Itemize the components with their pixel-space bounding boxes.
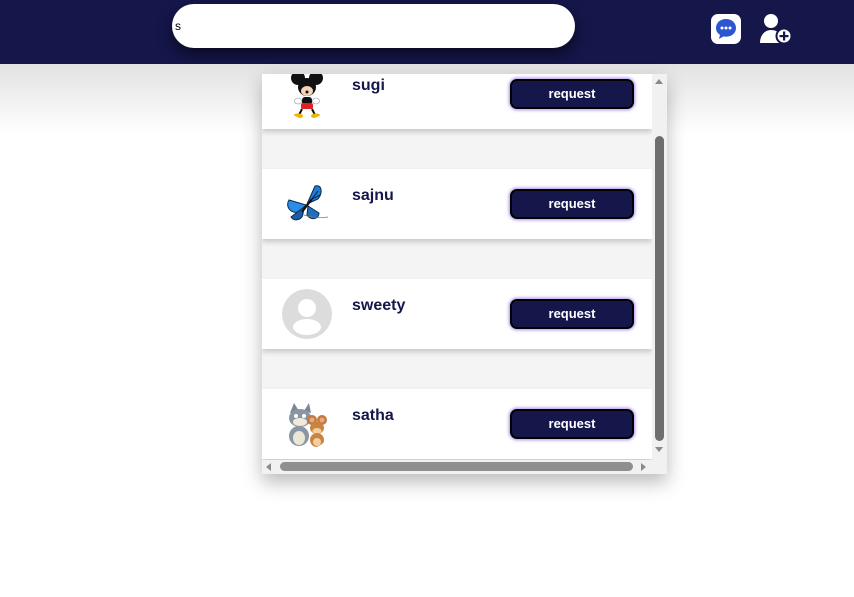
request-button[interactable]: request [510, 409, 634, 439]
vertical-scrollbar[interactable] [652, 74, 667, 460]
list-item: sugi request [262, 74, 652, 129]
user-name: satha [352, 407, 394, 424]
chat-button[interactable] [711, 14, 741, 44]
default-user-avatar [282, 289, 332, 339]
list-item: sajnu request [262, 169, 652, 239]
user-name: sajnu [352, 187, 394, 204]
vertical-scroll-thumb[interactable] [655, 136, 664, 441]
search-results-panel[interactable]: sugi request sajnu request sweety reques… [262, 74, 667, 474]
scroll-down-arrow-icon[interactable] [655, 447, 663, 452]
results-list: sugi request sajnu request sweety reques… [262, 74, 652, 460]
blue-butterfly-avatar [287, 185, 329, 221]
horizontal-scrollbar[interactable] [262, 460, 652, 474]
request-button[interactable]: request [510, 299, 634, 329]
top-navbar [0, 0, 854, 64]
chat-bubble-icon [716, 19, 736, 39]
user-avatar [282, 399, 332, 449]
scroll-left-arrow-icon[interactable] [266, 463, 271, 471]
scrollbar-corner [652, 460, 667, 474]
list-item: sweety request [262, 279, 652, 349]
request-button[interactable]: request [510, 189, 634, 219]
scroll-up-arrow-icon[interactable] [655, 79, 663, 84]
user-name: sugi [352, 77, 385, 94]
mickey-mouse-avatar [291, 74, 323, 119]
add-friend-button[interactable] [758, 12, 794, 46]
horizontal-scroll-thumb[interactable] [280, 462, 633, 471]
tom-and-jerry-avatar [289, 403, 327, 447]
list-item: satha request [262, 389, 652, 459]
scroll-right-arrow-icon[interactable] [641, 463, 646, 471]
user-name: sweety [352, 297, 406, 314]
user-avatar [282, 289, 332, 339]
search-input[interactable] [172, 4, 575, 48]
request-button[interactable]: request [510, 79, 634, 109]
user-avatar [282, 179, 332, 229]
user-avatar [282, 74, 332, 119]
add-user-icon [760, 14, 793, 45]
